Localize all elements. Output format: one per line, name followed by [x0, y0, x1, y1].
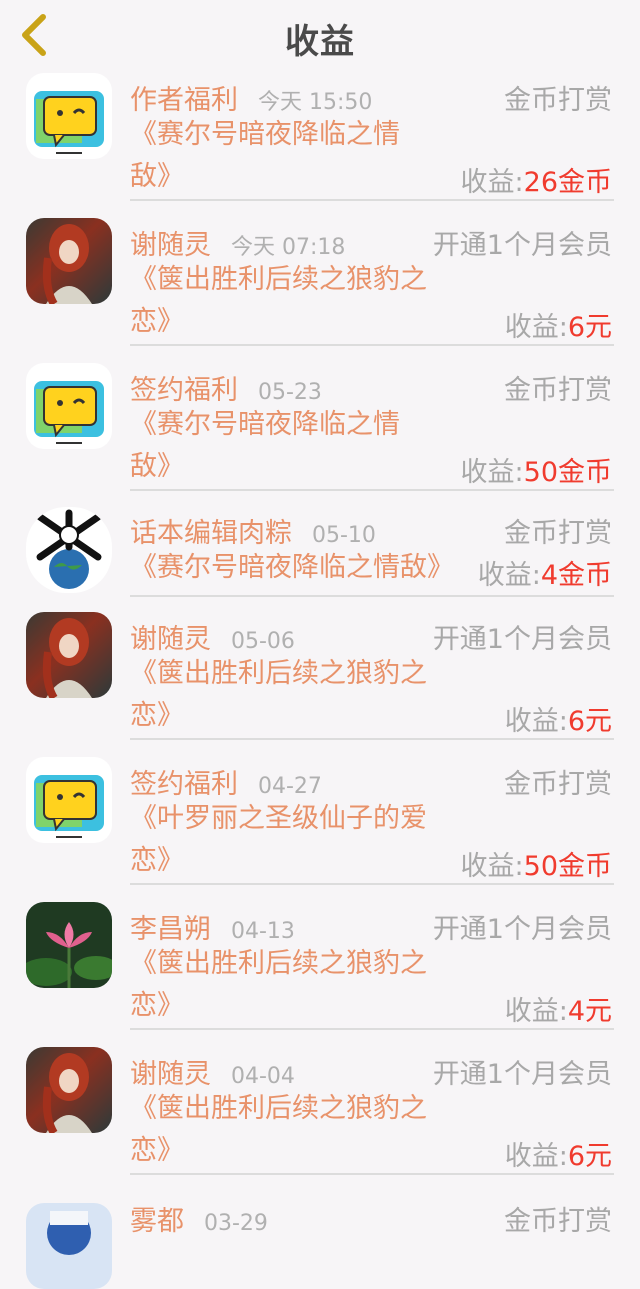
pink-lotus-icon	[26, 922, 112, 988]
income-amount: 收益:26金币	[461, 160, 612, 199]
avatar	[26, 757, 112, 843]
avatar	[26, 507, 112, 593]
red-hair-girl-icon	[42, 1053, 92, 1133]
income-amount: 收益:6元	[505, 1134, 612, 1173]
list-item[interactable]: 签约福利 04-27 金币打赏 《叶罗丽之圣级仙子的爱恋》 收益:50金币	[0, 752, 640, 897]
author-name[interactable]: 签约福利	[130, 762, 238, 801]
bones-globe-icon	[36, 509, 102, 589]
author-name[interactable]: 作者福利	[130, 78, 238, 117]
income-type: 开通1个月会员	[432, 624, 612, 655]
avatar	[26, 902, 112, 988]
avatar	[26, 363, 112, 449]
income-amount: 收益:6元	[505, 305, 612, 344]
income-type: 金币打赏	[504, 85, 612, 116]
list-item[interactable]: 话本编辑肉粽 05-10 金币打赏 《赛尔号暗夜降临之情敌》 收益:4金币	[0, 503, 640, 607]
author-name[interactable]: 话本编辑肉粽	[130, 511, 292, 550]
amount-value: 4金币	[540, 560, 612, 591]
time-stamp: 05-06	[231, 629, 295, 654]
divider	[130, 738, 614, 740]
author-name[interactable]: 谢随灵	[130, 1052, 211, 1091]
list-item[interactable]: 谢随灵 今天 07:18 开通1个月会员 《箧出胜利后续之狼豹之恋》 收益:6元	[0, 213, 640, 358]
author-name[interactable]: 签约福利	[130, 368, 238, 407]
list-item[interactable]: 谢随灵 04-04 开通1个月会员 《箧出胜利后续之狼豹之恋》 收益:6元	[0, 1042, 640, 1187]
income-label: 收益:	[460, 167, 524, 198]
divider	[130, 883, 614, 885]
book-title[interactable]: 《箧出胜利后续之狼豹之恋》	[130, 1088, 430, 1172]
income-label: 收益:	[460, 851, 524, 882]
divider	[130, 1173, 614, 1175]
avatar	[26, 612, 112, 698]
book-title[interactable]: 《箧出胜利后续之狼豹之恋》	[130, 943, 430, 1027]
list-item[interactable]: 谢随灵 05-06 开通1个月会员 《箧出胜利后续之狼豹之恋》 收益:6元	[0, 607, 640, 752]
book-title[interactable]: 《箧出胜利后续之狼豹之恋》	[130, 259, 430, 343]
income-label: 收益:	[460, 457, 524, 488]
list-item[interactable]: 李昌朔 04-13 开通1个月会员 《箧出胜利后续之狼豹之恋》 收益:4元	[0, 897, 640, 1042]
avatar	[26, 1047, 112, 1133]
list-item[interactable]: 签约福利 05-23 金币打赏 《赛尔号暗夜降临之情敌》 收益:50金币	[0, 358, 640, 503]
income-type: 金币打赏	[504, 375, 612, 406]
divider	[130, 595, 614, 597]
amount-value: 6元	[567, 1141, 612, 1172]
income-label: 收益:	[504, 996, 568, 1027]
income-amount: 收益:50金币	[461, 450, 612, 489]
book-title[interactable]: 《赛尔号暗夜降临之情敌》	[130, 114, 430, 198]
blue-character-icon	[47, 1211, 91, 1255]
income-type: 金币打赏	[504, 518, 612, 549]
red-hair-girl-icon	[42, 618, 92, 698]
list-item[interactable]: 作者福利 今天 15:50 金币打赏 《赛尔号暗夜降临之情敌》 收益:26金币	[0, 68, 640, 213]
amount-value: 4元	[567, 996, 612, 1027]
amount-value: 6元	[567, 706, 612, 737]
author-name[interactable]: 谢随灵	[130, 223, 211, 262]
income-label: 收益:	[504, 312, 568, 343]
time-stamp: 05-23	[258, 380, 322, 405]
time-stamp: 04-13	[231, 919, 295, 944]
red-hair-girl-icon	[42, 224, 92, 304]
book-title[interactable]: 《赛尔号暗夜降临之情敌》	[130, 547, 480, 589]
amount-value: 50金币	[523, 851, 612, 882]
yellow-chat-logo-icon	[34, 91, 104, 154]
list-item[interactable]: 雾都 03-29 金币打赏	[0, 1187, 640, 1289]
time-stamp: 04-27	[258, 774, 322, 799]
income-type: 开通1个月会员	[432, 1059, 612, 1090]
book-title[interactable]: 《赛尔号暗夜降临之情敌》	[130, 404, 430, 488]
yellow-chat-logo-icon	[34, 381, 104, 444]
income-amount: 收益:4元	[505, 989, 612, 1028]
income-list: 作者福利 今天 15:50 金币打赏 《赛尔号暗夜降临之情敌》 收益:26金币 …	[0, 68, 640, 1289]
avatar	[26, 1203, 112, 1289]
amount-value: 26金币	[523, 167, 612, 198]
avatar	[26, 73, 112, 159]
income-amount: 收益:4金币	[478, 553, 612, 592]
income-amount: 收益:6元	[505, 699, 612, 738]
income-type: 金币打赏	[504, 1206, 612, 1237]
amount-value: 6元	[567, 312, 612, 343]
book-title[interactable]: 《叶罗丽之圣级仙子的爱恋》	[130, 798, 430, 882]
divider	[130, 199, 614, 201]
income-label: 收益:	[504, 706, 568, 737]
page-title: 收益	[285, 22, 355, 62]
income-amount: 收益:50金币	[461, 844, 612, 883]
author-name[interactable]: 雾都	[130, 1199, 184, 1238]
header-bar: 收益	[0, 0, 640, 68]
income-type: 开通1个月会员	[432, 914, 612, 945]
income-type: 金币打赏	[504, 769, 612, 800]
book-title[interactable]: 《箧出胜利后续之狼豹之恋》	[130, 653, 430, 737]
time-stamp: 今天 07:18	[231, 235, 346, 260]
time-stamp: 今天 15:50	[258, 90, 373, 115]
income-label: 收益:	[504, 1141, 568, 1172]
divider	[130, 1028, 614, 1030]
divider	[130, 489, 614, 491]
avatar	[26, 218, 112, 304]
author-name[interactable]: 李昌朔	[130, 907, 211, 946]
yellow-chat-logo-icon	[34, 775, 104, 838]
time-stamp: 05-10	[312, 523, 376, 548]
time-stamp: 03-29	[204, 1211, 268, 1236]
amount-value: 50金币	[523, 457, 612, 488]
income-label: 收益:	[477, 560, 541, 591]
divider	[130, 344, 614, 346]
time-stamp: 04-04	[231, 1064, 295, 1089]
author-name[interactable]: 谢随灵	[130, 617, 211, 656]
income-type: 开通1个月会员	[432, 230, 612, 261]
